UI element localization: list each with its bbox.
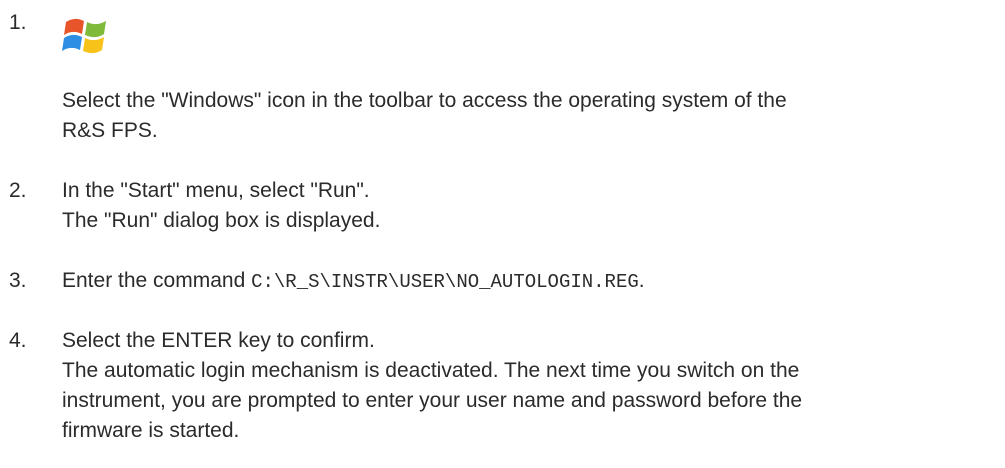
instruction-suffix: .: [638, 269, 645, 292]
instruction-text: Select the ENTER key to confirm.: [62, 329, 375, 352]
step-number: 4.: [9, 329, 27, 352]
result-text: The automatic login mechanism is deactiv…: [62, 359, 800, 382]
instruction-text: R&S FPS.: [62, 119, 158, 142]
step-number: 1.: [9, 11, 27, 34]
result-text: The "Run" dialog box is displayed.: [62, 209, 381, 232]
windows-logo-icon: [62, 18, 106, 54]
step-number: 2.: [9, 179, 27, 202]
instruction-text: Enter the command C:\R_S\INSTR\USER\NO_A…: [62, 266, 995, 297]
result-text: firmware is started.: [62, 419, 240, 442]
command-code: C:\R_S\INSTR\USER\NO_AUTOLOGIN.REG: [251, 271, 639, 293]
instruction-text: In the "Start" menu, select "Run".: [62, 179, 370, 202]
instruction-text: Select the "Windows" icon in the toolbar…: [62, 89, 787, 112]
result-text: instrument, you are prompted to enter yo…: [62, 389, 803, 412]
instruction-prefix: Enter the command: [62, 269, 252, 292]
step-number: 3.: [9, 269, 27, 292]
